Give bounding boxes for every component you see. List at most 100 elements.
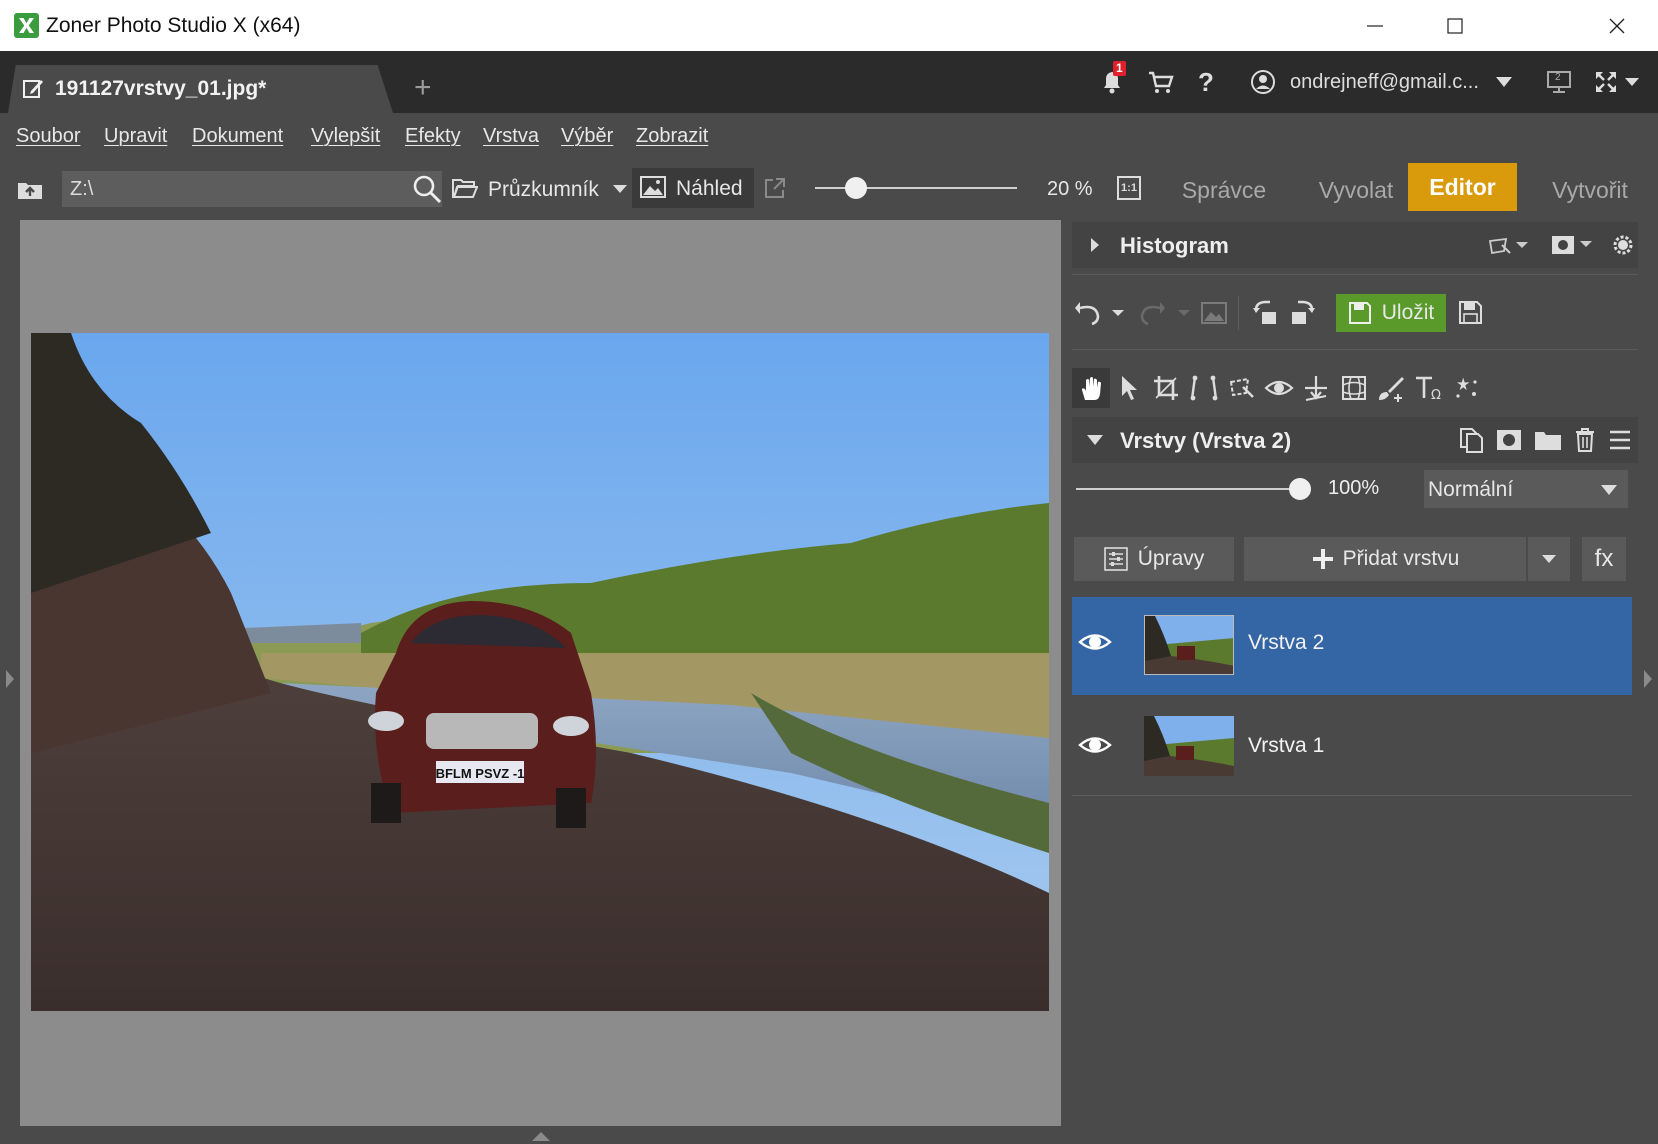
collapse-arrow-icon <box>1087 435 1103 445</box>
blend-mode-select[interactable]: Normální <box>1424 470 1628 508</box>
crop-icon[interactable] <box>1152 374 1180 402</box>
zoom-value: 20 % <box>1047 178 1093 200</box>
add-layer-button[interactable]: Přidat vrstvu <box>1244 537 1526 581</box>
left-panel-toggle-icon[interactable] <box>4 668 16 690</box>
parent-folder-button[interactable] <box>16 175 44 203</box>
layer-row-vrstva-1[interactable]: Vrstva 1 <box>1072 700 1632 796</box>
filmstrip-toggle-icon[interactable] <box>530 1130 552 1142</box>
straighten-icon[interactable] <box>1302 374 1330 402</box>
canvas-bottom-bar <box>20 1126 1061 1144</box>
notification-badge: 1 <box>1113 61 1126 76</box>
duplicate-layer-icon[interactable] <box>1458 426 1484 454</box>
hand-tool-button[interactable] <box>1072 368 1110 408</box>
photo-image: BFLM PSVZ -1 <box>31 333 1049 1011</box>
opacity-slider-thumb[interactable] <box>1289 478 1311 500</box>
close-button[interactable] <box>1578 0 1656 51</box>
divider <box>1072 274 1638 275</box>
delete-layer-trash-icon[interactable] <box>1574 427 1596 453</box>
menu-efekty[interactable]: Efekty <box>405 125 461 148</box>
title-bar: Zoner Photo Studio X (x64) <box>0 0 1658 51</box>
new-tab-button[interactable]: + <box>414 73 432 103</box>
layer-thumbnail <box>1144 716 1234 776</box>
actual-size-button[interactable]: 1:1 <box>1117 176 1141 200</box>
search-button[interactable] <box>410 172 444 206</box>
histogram-header[interactable]: Histogram <box>1072 222 1638 268</box>
save-as-icon[interactable] <box>1458 300 1484 326</box>
add-layer-dropdown[interactable] <box>1528 537 1570 581</box>
perspective-icon[interactable] <box>1190 374 1218 402</box>
save-button[interactable]: Uložit <box>1336 294 1446 332</box>
explorer-button[interactable]: Průzkumník <box>488 178 599 202</box>
mask-mode-icon[interactable] <box>1550 234 1594 256</box>
menu-dokument[interactable]: Dokument <box>192 125 283 148</box>
floppy-disk-icon <box>1348 302 1371 324</box>
fx-button[interactable]: fx <box>1582 537 1626 581</box>
maximize-button[interactable] <box>1416 0 1494 51</box>
account-button[interactable]: ondrejneff@gmail.c... <box>1250 67 1513 97</box>
layer-name: Vrstva 1 <box>1248 734 1325 757</box>
text-tool-icon[interactable]: Ω <box>1414 374 1444 402</box>
layer-row-vrstva-2[interactable]: Vrstva 2 <box>1072 597 1632 695</box>
rotate-right-icon[interactable] <box>1288 298 1318 328</box>
preview-button[interactable]: Náhled <box>632 168 754 208</box>
right-panel-toggle-icon[interactable] <box>1642 668 1654 690</box>
redo-button[interactable] <box>1138 298 1194 328</box>
close-icon <box>1609 18 1625 33</box>
menu-soubor[interactable]: Soubor <box>16 125 81 148</box>
chevron-down-icon <box>1495 77 1512 87</box>
rotate-left-icon[interactable] <box>1252 298 1282 328</box>
mode-spravce[interactable]: Správce <box>1164 163 1284 218</box>
compare-image-icon[interactable] <box>1200 300 1228 326</box>
chevron-down-icon <box>1625 78 1639 86</box>
mode-vytvorit[interactable]: Vytvořit <box>1530 163 1650 218</box>
menu-bar: Soubor Upravit Dokument Vylepšit Efekty … <box>0 113 1658 163</box>
help-button[interactable]: ? <box>1198 67 1214 97</box>
brush-icon[interactable] <box>1376 374 1406 402</box>
effects-stars-icon[interactable] <box>1452 374 1480 402</box>
undo-button[interactable] <box>1074 298 1130 328</box>
red-eye-icon[interactable] <box>1264 374 1294 402</box>
plus-icon <box>1312 549 1333 569</box>
shop-button[interactable] <box>1148 67 1174 97</box>
mode-vyvolat[interactable]: Vyvolat <box>1296 163 1416 218</box>
path-input[interactable] <box>62 171 442 207</box>
expand-arrow-icon <box>1091 238 1099 252</box>
open-external-button[interactable] <box>762 175 788 201</box>
search-icon <box>413 175 442 204</box>
layers-header[interactable]: Vrstvy (Vrstva 2) <box>1072 417 1638 463</box>
eye-visibility-icon[interactable] <box>1078 730 1112 760</box>
save-label: Uložit <box>1381 301 1435 324</box>
menu-vyber[interactable]: Výběr <box>561 125 613 148</box>
chevron-down-icon <box>1601 485 1617 495</box>
zoom-slider-thumb[interactable] <box>845 177 867 199</box>
fullscreen-button[interactable] <box>1594 67 1640 97</box>
maximize-icon <box>1447 17 1463 34</box>
edit-document-icon <box>23 80 43 98</box>
eye-visibility-icon[interactable] <box>1078 627 1112 657</box>
mode-editor[interactable]: Editor <box>1408 163 1517 211</box>
layer-mask-icon[interactable] <box>1496 429 1522 451</box>
menu-vrstva[interactable]: Vrstva <box>483 125 539 148</box>
document-tab[interactable]: 191127vrstvy_01.jpg* <box>8 65 393 113</box>
settings-gear-icon[interactable] <box>1610 232 1636 258</box>
document-tab-bar: 191127vrstvy_01.jpg* + 1 ? ondrejneff@gm… <box>0 51 1658 113</box>
layer-group-folder-icon[interactable] <box>1534 429 1562 451</box>
opacity-slider[interactable] <box>1076 488 1300 490</box>
warp-grid-icon[interactable] <box>1340 374 1368 402</box>
select-arrow-icon[interactable] <box>1118 374 1140 402</box>
minimize-button[interactable] <box>1336 0 1414 51</box>
selection-tool-icon[interactable] <box>1228 374 1256 402</box>
selection-mode-icon[interactable] <box>1488 235 1530 257</box>
blend-mode-value: Normální <box>1428 478 1514 501</box>
explorer-dropdown-icon[interactable] <box>612 184 628 194</box>
menu-vylepsit[interactable]: Vylepšit <box>311 125 380 148</box>
adjustments-button[interactable]: Úpravy <box>1074 537 1234 581</box>
opacity-value: 100% <box>1328 477 1380 499</box>
menu-upravit[interactable]: Upravit <box>104 125 167 148</box>
window-title: Zoner Photo Studio X (x64) <box>46 14 301 37</box>
menu-zobrazit[interactable]: Zobrazit <box>636 125 708 148</box>
layers-menu-icon[interactable] <box>1608 429 1632 451</box>
notifications-button[interactable]: 1 <box>1100 61 1126 97</box>
monitor-number: 2 <box>1555 72 1561 83</box>
second-monitor-button[interactable]: 2 <box>1546 67 1572 97</box>
